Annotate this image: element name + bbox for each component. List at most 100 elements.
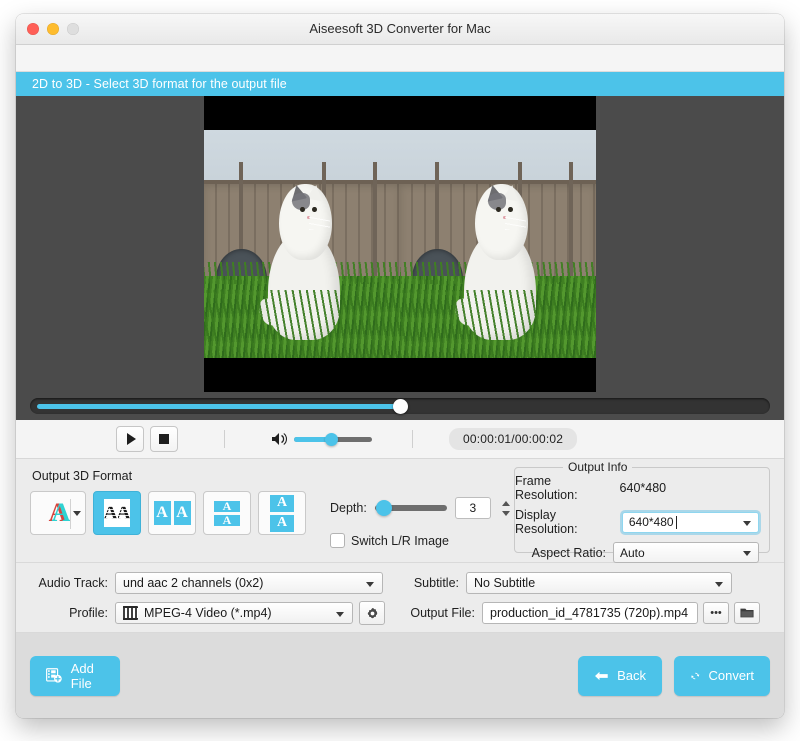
arrow-left-icon xyxy=(595,671,608,680)
format-side-by-side-full-button[interactable]: AA xyxy=(148,491,196,535)
kitten-head xyxy=(279,183,332,261)
gear-icon xyxy=(367,607,377,618)
footer-bar: Add File Back Convert xyxy=(16,633,784,718)
profile-settings-button[interactable] xyxy=(359,601,385,625)
kitten-whiskers xyxy=(504,217,526,230)
frame-resolution-row: Frame Resolution: 640*480 xyxy=(515,474,769,502)
audio-track-combobox[interactable]: und aac 2 channels (0x2) xyxy=(115,572,383,594)
transport-separator xyxy=(412,430,413,448)
playback-progress-slider[interactable] xyxy=(30,398,770,414)
format-interlaced-button[interactable]: AA xyxy=(93,491,141,535)
play-button[interactable] xyxy=(116,426,144,452)
aspect-ratio-value: Auto xyxy=(620,545,645,560)
kitten-whiskers xyxy=(308,217,330,230)
output-info-legend: Output Info xyxy=(563,460,633,474)
app-window: Aiseesoft 3D Converter for Mac 2D to 3D … xyxy=(16,14,784,718)
video-preview-area xyxy=(16,96,784,392)
right-eye-image xyxy=(400,130,596,358)
profile-value: MPEG-4 Video (*.mp4) xyxy=(144,606,272,620)
volume-slider[interactable] xyxy=(294,432,372,446)
add-file-button[interactable]: Add File xyxy=(30,655,120,696)
format-top-bottom-half-button[interactable]: AA xyxy=(203,491,251,535)
volume-handle[interactable] xyxy=(324,432,338,446)
stereo-pair xyxy=(204,130,596,358)
format-button-row: A AA AA A A A A A xyxy=(30,491,330,535)
aspect-ratio-combobox[interactable]: Auto xyxy=(613,542,759,563)
chevron-down-icon[interactable] xyxy=(336,612,344,617)
subtitle-label: Subtitle: xyxy=(413,576,459,590)
kitten-eye xyxy=(507,206,513,212)
switch-lr-checkbox[interactable] xyxy=(330,533,345,548)
playback-progress-handle[interactable] xyxy=(393,398,408,414)
profile-combobox[interactable]: MPEG-4 Video (*.mp4) xyxy=(115,602,353,624)
folder-icon xyxy=(740,608,754,618)
output-info-group: Output Info Frame Resolution: 640*480 Di… xyxy=(514,460,770,563)
stop-icon xyxy=(159,434,169,444)
volume-control[interactable] xyxy=(271,431,372,447)
display-resolution-combobox[interactable]: 640*480 xyxy=(621,511,759,533)
side-by-side-icon: AA xyxy=(153,501,191,525)
kitten xyxy=(255,166,345,340)
format-top-bottom-full-button[interactable]: AA xyxy=(258,491,306,535)
anaglyph-icon: A xyxy=(49,500,71,527)
add-file-label: Add File xyxy=(70,660,94,691)
time-display: 00:00:01/00:00:02 xyxy=(449,428,578,450)
back-button[interactable]: Back xyxy=(578,655,662,696)
section-title: Output 3D Format xyxy=(32,469,133,483)
stop-button[interactable] xyxy=(150,426,178,452)
frame-resolution-label: Frame Resolution: xyxy=(515,474,578,502)
audio-track-label: Audio Track: xyxy=(38,576,108,590)
window-title: Aiseesoft 3D Converter for Mac xyxy=(309,21,491,36)
convert-button[interactable]: Convert xyxy=(674,655,770,696)
open-folder-button[interactable] xyxy=(734,602,760,624)
format-anaglyph-button[interactable]: A xyxy=(30,491,86,535)
back-label: Back xyxy=(617,668,646,683)
format-left-column: Output 3D Format A AA A A A A A A A xyxy=(30,467,330,562)
switch-lr-label: Switch L/R Image xyxy=(351,533,449,548)
output-settings-section: Audio Track: und aac 2 channels (0x2) Su… xyxy=(16,563,784,633)
output-3d-format-section: Output 3D Format A AA A A A A A A A Dept… xyxy=(16,459,784,563)
aspect-ratio-row: Aspect Ratio: Auto xyxy=(515,542,769,563)
switch-lr-row[interactable]: Switch L/R Image xyxy=(330,533,515,548)
chevron-down-icon[interactable] xyxy=(743,551,751,556)
subtitle-combobox[interactable]: No Subtitle xyxy=(466,572,732,594)
left-eye-image xyxy=(204,130,400,358)
chevron-down-icon[interactable] xyxy=(715,582,723,587)
video-stage xyxy=(204,96,596,392)
stepper-down-icon[interactable] xyxy=(501,510,510,516)
chevron-down-icon[interactable] xyxy=(743,520,751,526)
depth-slider[interactable] xyxy=(374,500,447,516)
kitten-eye xyxy=(496,206,502,212)
playback-progress-fill xyxy=(37,403,400,409)
output-file-field[interactable]: production_id_4781735 (720p).mp4 xyxy=(482,602,698,624)
kitten-eye xyxy=(311,206,317,212)
chevron-down-icon[interactable] xyxy=(73,511,81,516)
kitten-head xyxy=(475,183,528,261)
top-bottom-full-icon: AA xyxy=(270,494,294,532)
kitten xyxy=(451,166,541,340)
toolbar-strip xyxy=(16,45,784,72)
film-add-icon xyxy=(46,668,62,683)
depth-stepper[interactable] xyxy=(499,498,513,518)
transport-bar: 00:00:01/00:00:02 xyxy=(16,420,784,459)
depth-label: Depth: xyxy=(330,501,367,515)
top-bottom-half-icon: AA xyxy=(214,499,240,527)
depth-slider-handle[interactable] xyxy=(375,500,392,516)
kitten-eye xyxy=(300,206,306,212)
depth-controls: Depth: 3 Switch L/R Image xyxy=(330,467,515,562)
depth-value-field[interactable]: 3 xyxy=(454,497,491,519)
interlaced-icon: AA xyxy=(104,499,130,527)
scrubber-row xyxy=(16,392,784,420)
browse-ellipsis-button[interactable]: ••• xyxy=(703,602,729,624)
display-resolution-value: 640*480 xyxy=(628,515,677,529)
chevron-down-icon[interactable] xyxy=(366,582,374,587)
stepper-up-icon[interactable] xyxy=(501,500,510,506)
frame-resolution-value: 640*480 xyxy=(619,481,667,495)
audio-subtitle-row: Audio Track: und aac 2 channels (0x2) Su… xyxy=(30,572,770,594)
depth-row: Depth: 3 xyxy=(330,497,515,519)
dropdown-separator xyxy=(70,499,71,529)
display-resolution-row: Display Resolution: 640*480 xyxy=(515,508,769,536)
speaker-icon xyxy=(272,433,288,445)
step-banner: 2D to 3D - Select 3D format for the outp… xyxy=(16,72,784,96)
play-icon xyxy=(126,433,136,445)
